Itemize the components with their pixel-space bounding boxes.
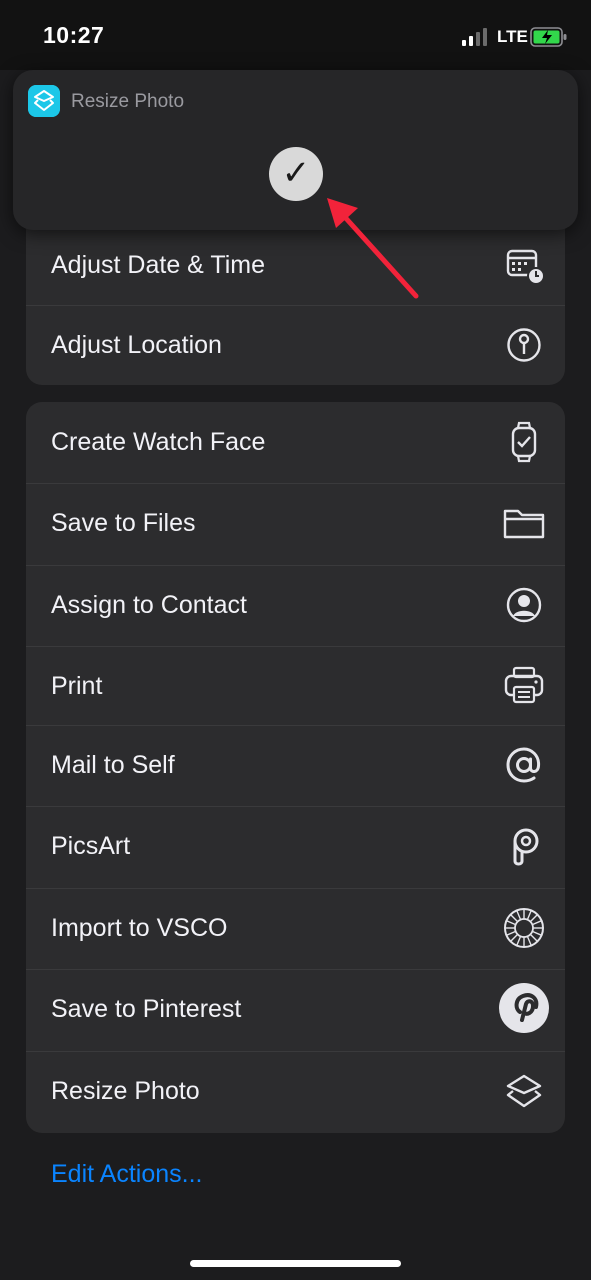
checkmark-icon: ✓: [269, 147, 323, 201]
signal-icon: [462, 28, 487, 46]
banner-app-name: Resize Photo: [71, 91, 185, 112]
action-resize-photo[interactable]: Resize Photo: [26, 1051, 565, 1133]
action-adjust-date-time[interactable]: Adjust Date & Time: [26, 225, 565, 306]
action-adjust-location[interactable]: Adjust Location: [26, 305, 565, 385]
action-label: Mail to Self: [51, 751, 175, 779]
action-label: Import to VSCO: [51, 914, 228, 942]
action-label: Create Watch Face: [51, 428, 266, 456]
action-mail-to-self[interactable]: Mail to Self: [26, 725, 565, 807]
action-label: Save to Pinterest: [51, 995, 242, 1023]
status-bar: 10:27 LTE: [0, 0, 591, 70]
action-label: Assign to Contact: [51, 591, 247, 619]
pinterest-icon: [499, 983, 549, 1033]
status-time: 10:27: [43, 22, 105, 48]
calendar-clock-icon: [506, 249, 545, 285]
action-label: Print: [51, 672, 103, 700]
action-label: Save to Files: [51, 509, 196, 537]
shortcuts-app-icon: [28, 85, 60, 117]
shortcut-complete-banner[interactable]: Resize Photo ✓: [13, 70, 578, 230]
action-save-to-pinterest[interactable]: Save to Pinterest: [26, 969, 565, 1052]
action-assign-to-contact[interactable]: Assign to Contact: [26, 565, 565, 647]
network-type: LTE: [497, 27, 528, 46]
action-save-to-files[interactable]: Save to Files: [26, 483, 565, 566]
location-pin-icon: [507, 328, 541, 362]
red-arrow-annotation: [327, 198, 419, 299]
action-label: Adjust Location: [51, 331, 222, 359]
vsco-icon: [504, 908, 544, 948]
action-label: Resize Photo: [51, 1077, 200, 1105]
printer-icon: [504, 666, 544, 704]
at-sign-icon: [506, 747, 541, 783]
checkmark-glyph: ✓: [281, 154, 311, 192]
picsart-icon: [513, 828, 539, 866]
action-picsart[interactable]: PicsArt: [26, 806, 565, 889]
action-create-watch-face[interactable]: Create Watch Face: [26, 402, 565, 484]
home-indicator[interactable]: [190, 1260, 401, 1267]
actions-group-more: Create Watch Face Save to Files Assign t…: [26, 402, 565, 1133]
folder-icon: [503, 509, 545, 539]
contact-icon: [506, 587, 542, 623]
action-import-to-vsco[interactable]: Import to VSCO: [26, 888, 565, 970]
watch-icon: [511, 421, 537, 463]
shortcuts-icon: [506, 1074, 542, 1108]
edit-actions-link[interactable]: Edit Actions...: [51, 1160, 202, 1189]
action-print[interactable]: Print: [26, 646, 565, 726]
battery-charging-icon: [530, 27, 567, 47]
action-label: Adjust Date & Time: [51, 251, 265, 279]
action-label: PicsArt: [51, 832, 131, 860]
